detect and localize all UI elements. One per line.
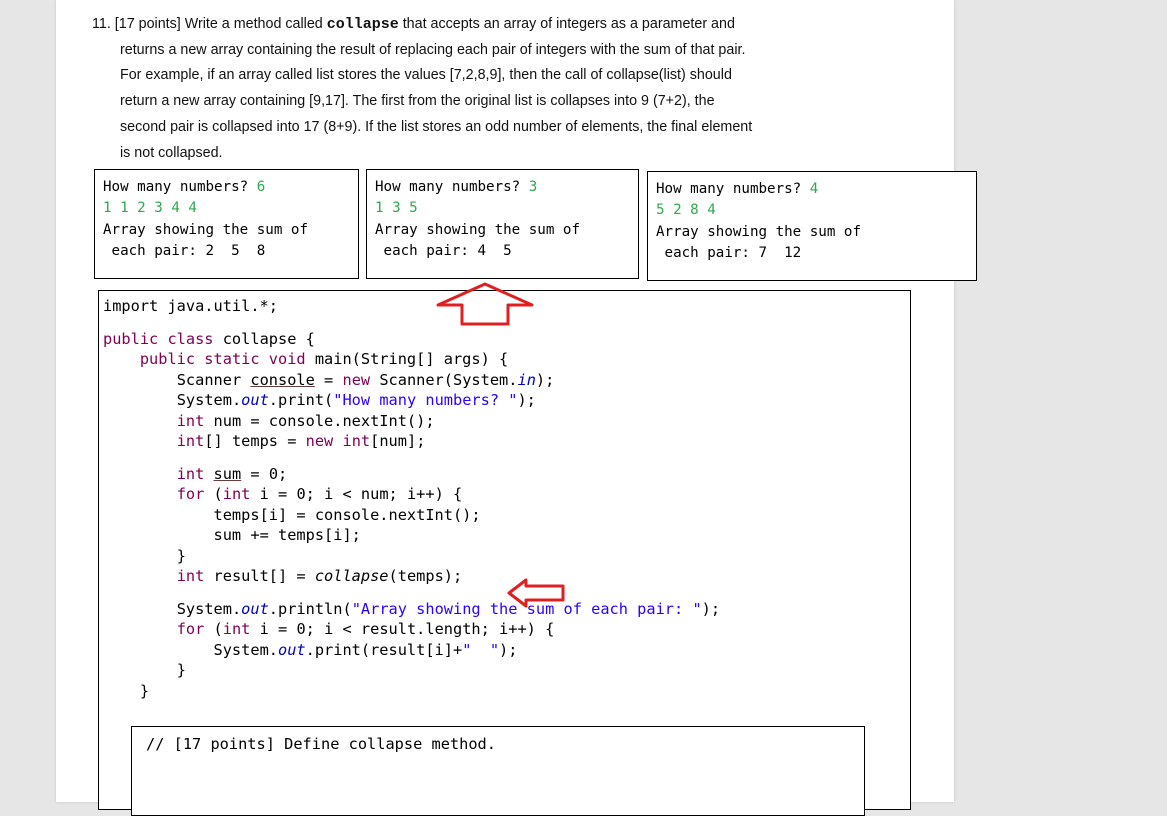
question-line-5: second pair is collapsed into 17 (8+9). … <box>120 118 753 135</box>
code-line-result: int result[] = collapse(temps); <box>176 567 463 585</box>
left-arrow-icon <box>507 578 565 608</box>
code-line-println: System.out.println("Array showing the su… <box>176 599 721 618</box>
code-line-close1: } <box>176 546 186 565</box>
code-line-scanner: Scanner console = new Scanner(System.in)… <box>176 370 555 389</box>
code-line-close2: } <box>176 661 186 679</box>
question-line-4: return a new array containing [9,17]. Th… <box>120 93 715 110</box>
code-line-main: public static void main(String[] args) { <box>139 350 509 368</box>
method-name: collapse <box>326 16 399 33</box>
code-line-class: public class collapse { <box>103 329 315 348</box>
code-line-num: int num = console.nextInt(); <box>176 411 435 430</box>
example-output-3: How many numbers? 4 5 2 8 4 Array showin… <box>647 171 977 281</box>
code-line-read: temps[i] = console.nextInt(); <box>213 505 481 524</box>
code-line-print2: System.out.print(result[i]+" "); <box>213 640 518 659</box>
question-line-2: returns a new array containing the resul… <box>120 41 746 58</box>
question-line-3: For example, if an array called list sto… <box>120 67 732 84</box>
question-line-6: is not collapsed. <box>120 144 223 161</box>
code-line-import: import java.util.*; <box>103 297 278 315</box>
code-line-for2: for (int i = 0; i < result.length; i++) … <box>176 620 555 638</box>
code-listing: import java.util.*; public class collapse… <box>103 296 720 701</box>
code-line-close3: } <box>139 681 150 700</box>
up-arrow-icon <box>436 282 534 326</box>
code-line-for1: for (int i = 0; i < num; i++) { <box>176 485 463 503</box>
example-output-1: How many numbers? 6 1 1 2 3 4 4 Array sh… <box>94 169 359 279</box>
example-output-2: How many numbers? 3 1 3 5 Array showing … <box>366 169 639 279</box>
answer-box[interactable]: // [17 points] Define collapse method. <box>131 726 865 816</box>
define-method-comment: // [17 points] Define collapse method. <box>146 735 496 753</box>
question-line-1: 11. [17 points] Write a method called co… <box>92 16 735 33</box>
code-line-acc: sum += temps[i]; <box>213 526 361 544</box>
code-line-sum: int sum = 0; <box>176 464 288 483</box>
document-page: 11. [17 points] Write a method called co… <box>56 0 977 816</box>
code-line-print: System.out.print("How many numbers? "); <box>176 391 536 409</box>
code-line-temps: int[] temps = new int[num]; <box>176 432 426 450</box>
question-text: 11. [17 points] Write a method called co… <box>92 12 912 166</box>
